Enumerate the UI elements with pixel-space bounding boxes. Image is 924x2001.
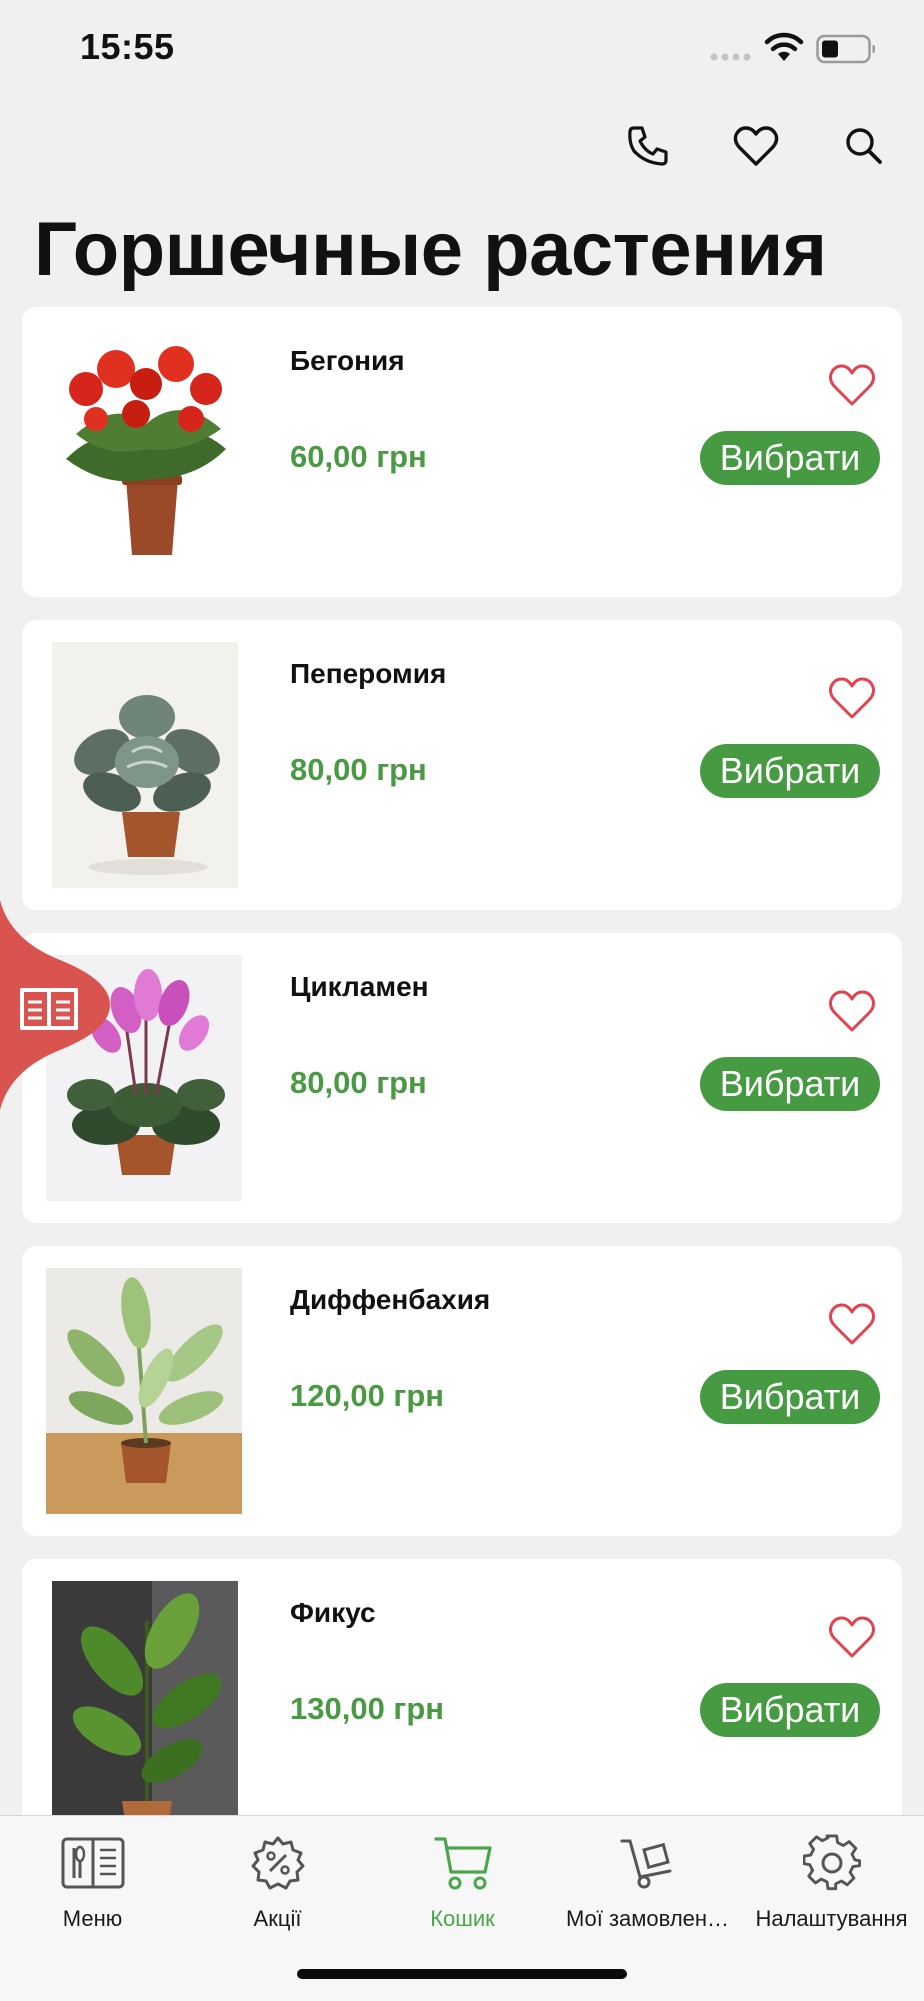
tab-menu[interactable]: Меню [0,1832,185,1942]
product-card[interactable]: Бегония 60,00 грн Вибрати [22,307,902,597]
select-button[interactable]: Вибрати [700,431,880,485]
wifi-icon [764,32,804,61]
product-card[interactable]: Диффенбахия 120,00 грн Вибрати [22,1246,902,1536]
side-menu-tab[interactable] [0,900,120,1110]
product-card[interactable]: Цикламен 80,00 грн Вибрати [22,933,902,1223]
menu-book-icon [61,1837,124,1889]
select-button[interactable]: Вибрати [700,744,880,798]
product-image-peperomia [52,642,238,888]
product-card[interactable]: Пеперомия 80,00 грн Вибрати [22,620,902,910]
tab-settings[interactable]: Налаштування [739,1832,924,1942]
heart-outline-icon [829,364,875,406]
phone-icon [628,126,668,166]
product-price: 120,00 грн [290,1378,445,1413]
settings-gear-icon [802,1834,861,1891]
heart-icon [733,126,779,166]
select-button[interactable]: Вибрати [700,1057,880,1111]
product-name: Бегония [290,345,405,376]
tab-my-orders[interactable]: Мої замовлен… [555,1832,740,1942]
search-icon [846,128,882,164]
product-price: 80,00 грн [290,1065,427,1100]
product-image-ficus [52,1581,238,1827]
product-image-begonia [46,329,242,575]
heart-outline-icon [829,677,875,719]
product-price: 60,00 грн [290,439,427,474]
select-button[interactable]: Вибрати [700,1370,880,1424]
product-name: Диффенбахия [290,1284,491,1315]
product-name: Цикламен [290,971,429,1002]
product-price: 80,00 грн [290,752,427,787]
cellular-signal-icon [710,53,751,61]
home-indicator[interactable] [297,1969,627,1979]
tab-label: Мої замовлен… [565,1906,730,1931]
heart-outline-icon [829,990,875,1032]
tab-cart[interactable]: Кошик [370,1832,555,1942]
product-image-dieffenbachia [46,1268,242,1514]
favorite-button[interactable] [826,674,878,722]
discount-gear-icon [251,1836,304,1890]
status-bar: 15:55 [0,0,924,100]
page-title: Горшечные растения [34,207,827,292]
tab-label: Налаштування [755,1906,908,1931]
product-card[interactable]: Фикус 130,00 грн Вибрати [22,1559,902,1849]
favorite-button[interactable] [826,1300,878,1348]
cart-icon [433,1837,492,1890]
favorite-button[interactable] [826,987,878,1035]
favorites-button[interactable] [728,118,784,174]
heart-outline-icon [829,1303,875,1345]
phone-button[interactable] [620,118,676,174]
product-name: Пеперомия [290,658,447,689]
heart-outline-icon [829,1616,875,1658]
tab-label: Кошик [430,1906,495,1931]
status-time: 15:55 [80,26,175,67]
tab-promotions[interactable]: Акції [185,1832,370,1942]
tab-label: Меню [62,1906,123,1931]
product-list: Бегония 60,00 грн Вибрати Пеперомия 80,0… [22,307,902,1872]
search-button[interactable] [836,118,892,174]
favorite-button[interactable] [826,1613,878,1661]
favorite-button[interactable] [826,361,878,409]
hand-truck-icon [620,1839,671,1889]
battery-icon [816,34,875,64]
product-name: Фикус [290,1597,376,1628]
product-price: 130,00 грн [290,1691,445,1726]
select-button[interactable]: Вибрати [700,1683,880,1737]
tab-label: Акції [253,1906,302,1931]
